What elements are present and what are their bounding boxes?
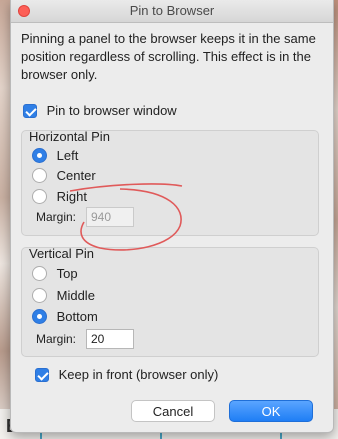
cancel-button[interactable]: Cancel [131, 400, 215, 422]
horizontal-margin-input[interactable]: 940 [86, 207, 134, 227]
ok-button[interactable]: OK [229, 400, 313, 422]
dialog-title: Pin to Browser [129, 3, 215, 18]
radio-bottom-label: Bottom [56, 308, 98, 324]
title-bar: Pin to Browser [11, 0, 333, 23]
close-icon[interactable] [18, 5, 30, 17]
vertical-pin-group: Vertical Pin Top Middle Bottom Margin: 2… [21, 246, 319, 357]
radio-bottom[interactable]: Bottom [32, 306, 98, 326]
keep-in-front-checkbox-row[interactable]: Keep in front (browser only) [35, 364, 218, 384]
pin-browser-window-label: Pin to browser window [46, 102, 177, 118]
horizontal-pin-title: Horizontal Pin [29, 129, 110, 144]
vertical-margin-label: Margin: [36, 332, 77, 346]
horizontal-margin-label: Margin: [36, 210, 77, 224]
radio-middle-label: Middle [56, 287, 95, 303]
dialog-description: Pinning a panel to the browser keeps it … [21, 31, 316, 82]
pin-browser-window-checkbox-row[interactable]: Pin to browser window [23, 100, 177, 120]
radio-left-label: Left [56, 147, 79, 163]
radio-left-button[interactable] [32, 148, 47, 164]
radio-middle[interactable]: Middle [32, 285, 95, 305]
vertical-pin-title: Vertical Pin [29, 246, 95, 261]
radio-right[interactable]: Right [32, 186, 87, 206]
radio-top[interactable]: Top [32, 263, 78, 283]
radio-right-button[interactable] [32, 189, 47, 205]
radio-center-label: Center [56, 167, 96, 183]
keep-in-front-label: Keep in front (browser only) [58, 366, 219, 382]
radio-right-label: Right [56, 188, 87, 204]
pin-to-browser-dialog: Pin to Browser Pinning a panel to the br… [10, 0, 334, 433]
radio-center-button[interactable] [32, 168, 47, 184]
radio-left[interactable]: Left [32, 145, 78, 165]
keep-in-front-checkbox[interactable] [35, 367, 49, 382]
radio-top-label: Top [56, 265, 78, 281]
radio-bottom-button[interactable] [32, 309, 47, 325]
radio-middle-button[interactable] [32, 288, 47, 304]
radio-top-button[interactable] [32, 266, 47, 282]
pin-browser-window-checkbox[interactable] [23, 103, 37, 118]
vertical-margin-input[interactable]: 20 [86, 329, 134, 349]
radio-center[interactable]: Center [32, 165, 96, 185]
horizontal-pin-group: Horizontal Pin Left Center Right Margin:… [21, 129, 319, 236]
